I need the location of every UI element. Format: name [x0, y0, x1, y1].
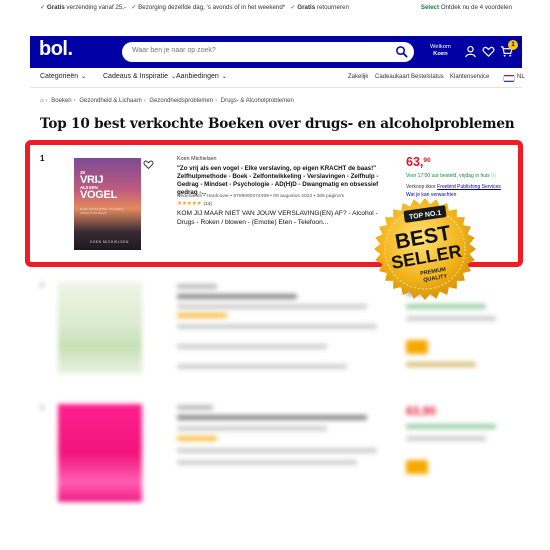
- rating-stars: [177, 436, 217, 441]
- text-placeholder: [177, 324, 377, 329]
- breadcrumb-item[interactable]: Boeken: [51, 98, 71, 104]
- breadcrumb-item[interactable]: Gezondheid & Lichaam: [79, 98, 141, 104]
- select-promo-link[interactable]: Select Ontdek nu de 4 voordelen: [421, 4, 512, 11]
- best-seller-badge: TOP NO.1 BEST SELLER PREMIUM QUALITY: [374, 198, 476, 300]
- product-rank: 2: [40, 282, 44, 289]
- text-placeholder: [177, 405, 213, 410]
- chevron-down-icon: ⌄: [221, 74, 227, 80]
- select-text: Ontdek nu de 4 voordelen: [439, 4, 512, 11]
- netherlands-flag-icon[interactable]: [503, 75, 515, 82]
- chevron-down-icon: ⌄: [81, 74, 87, 80]
- promo-usp-2: Bezorging dezelfde dag, 's avonds of in …: [138, 4, 286, 11]
- nav-aanbiedingen[interactable]: Aanbiedingen ⌄: [176, 73, 227, 80]
- promo-usp-3: retourneren: [315, 4, 349, 11]
- nav-cadeaus-label: Cadeaus & Inspiratie: [103, 73, 168, 80]
- breadcrumb-item[interactable]: Gezondheidsproblemen: [149, 98, 213, 104]
- text-placeholder: [406, 436, 486, 441]
- text-placeholder: [177, 448, 377, 453]
- text-placeholder: [177, 344, 327, 349]
- account-greeting[interactable]: Welkom Koen: [430, 44, 451, 58]
- promo-bar: ✓ Gratis verzending vanaf 25,- ✓ Bezorgi…: [0, 0, 550, 36]
- breadcrumb: ⌂ › Boeken › Gezondheid & Lichaam › Gezondh…: [40, 98, 294, 104]
- home-icon[interactable]: ⌂: [40, 98, 44, 104]
- wishlist-heart-icon[interactable]: [482, 45, 495, 58]
- nav-aanbiedingen-label: Aanbiedingen: [176, 73, 219, 80]
- promo-usps: ✓ Gratis verzending vanaf 25,- ✓ Bezorgi…: [40, 4, 349, 11]
- product-price: 63,90: [406, 404, 437, 418]
- text-placeholder: [406, 304, 486, 309]
- search-input[interactable]: Waar ben je naar op zoek?: [122, 42, 414, 62]
- text-placeholder: [177, 460, 357, 465]
- page-title: Top 10 best verkochte Boeken over drugs-…: [40, 116, 515, 132]
- promo-usp-1-bold: Gratis: [46, 4, 65, 11]
- add-to-cart-button[interactable]: [406, 340, 428, 354]
- nav-zakelijk[interactable]: Zakelijk: [348, 74, 368, 80]
- nav-categorieen[interactable]: Categorieën ⌄: [40, 73, 86, 80]
- select-label: Select: [420, 4, 440, 11]
- text-placeholder: [406, 362, 476, 367]
- product-cover-image[interactable]: [58, 282, 142, 374]
- nav-cadeaukaart[interactable]: Cadeaukaart: [375, 74, 409, 80]
- welkom-label: Welkom: [430, 44, 451, 50]
- product-cover-image[interactable]: [58, 404, 142, 502]
- rating-stars: [177, 313, 227, 318]
- promo-usp-3-bold: Gratis: [297, 4, 316, 11]
- search-placeholder: Waar ben je naar op zoek?: [132, 47, 216, 54]
- site-header: bol. Waar ben je naar op zoek? Welkom Ko…: [30, 36, 522, 68]
- text-placeholder: [177, 426, 327, 431]
- product-rank: 3: [40, 405, 44, 412]
- add-to-cart-button[interactable]: [406, 460, 428, 474]
- breadcrumb-item[interactable]: Drugs- & Alcoholproblemen: [221, 98, 294, 104]
- text-placeholder: [406, 316, 496, 321]
- main-nav: Categorieën ⌄ Cadeaus & Inspiratie ⌄ Aanbi…: [30, 68, 525, 88]
- nav-language[interactable]: NL: [517, 74, 525, 80]
- nav-klantenservice[interactable]: Klantenservice: [450, 74, 489, 80]
- text-placeholder: [406, 424, 496, 429]
- nav-cadeaus[interactable]: Cadeaus & Inspiratie ⌄: [103, 73, 176, 80]
- user-name: Koen: [433, 51, 448, 57]
- nav-categorieen-label: Categorieën: [40, 73, 79, 80]
- promo-usp-1: verzending vanaf 25,-: [64, 4, 127, 11]
- text-placeholder: [177, 294, 297, 299]
- text-placeholder: [177, 415, 367, 420]
- nav-bestelstatus[interactable]: Bestelstatus: [411, 74, 444, 80]
- search-icon[interactable]: [395, 45, 408, 58]
- text-placeholder: [177, 304, 367, 309]
- text-placeholder: [177, 364, 347, 369]
- account-icon[interactable]: [464, 45, 477, 58]
- bol-logo[interactable]: bol.: [39, 38, 73, 61]
- cart-count-badge: 1: [508, 40, 518, 50]
- text-placeholder: [177, 284, 217, 289]
